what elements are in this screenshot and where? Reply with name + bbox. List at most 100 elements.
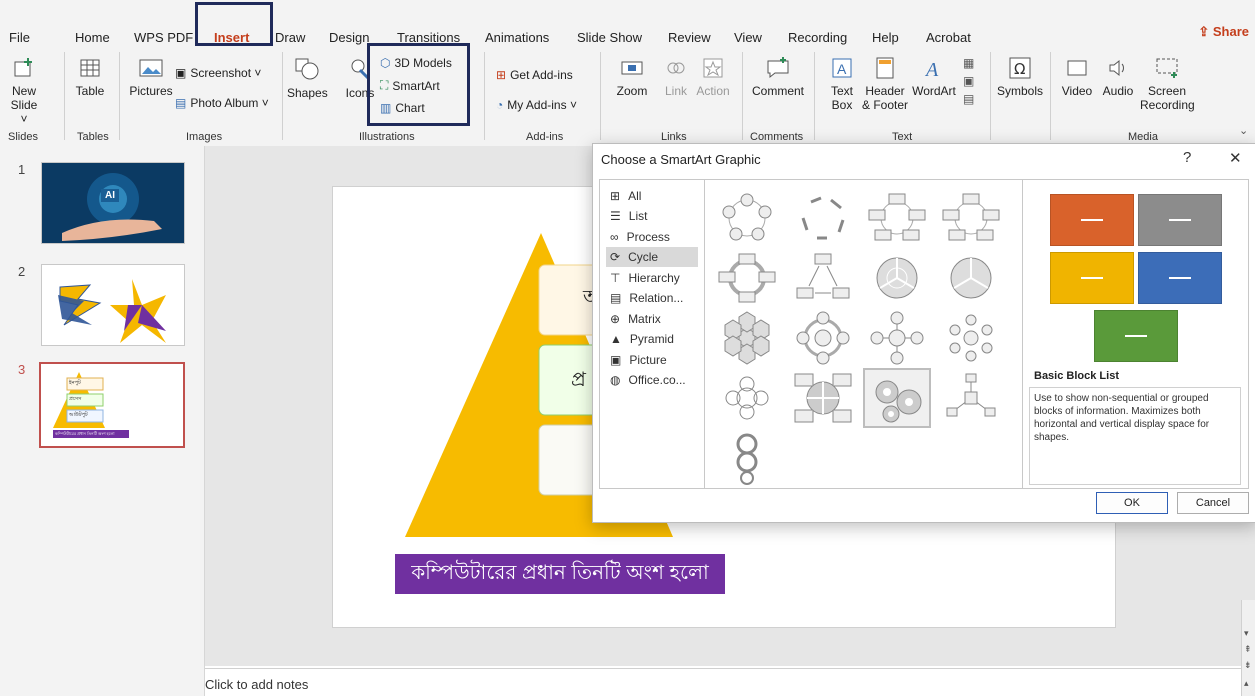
category-label: List — [628, 209, 648, 223]
layout-cycle-matrix[interactable] — [791, 370, 855, 426]
header-footer-button[interactable]: Header & Footer — [860, 56, 910, 112]
group-label-links: Links — [661, 131, 687, 143]
photo-album-icon: ▤ — [175, 96, 187, 110]
symbols-button[interactable]: Ω Symbols — [997, 56, 1043, 98]
layout-diverging-radial[interactable] — [939, 310, 1003, 366]
scroll-up-icon[interactable]: ▾ — [1244, 628, 1249, 639]
prev-slide-icon[interactable]: ⇞ — [1244, 644, 1252, 655]
ribbon-separator — [64, 52, 65, 140]
layout-radial-cluster[interactable] — [939, 370, 1003, 426]
audio-button[interactable]: Audio — [1100, 56, 1136, 98]
menu-recording[interactable]: Recording — [788, 30, 847, 45]
layout-block-cycle-icon — [868, 193, 926, 241]
menu-wps-pdf[interactable]: WPS PDF — [134, 30, 193, 45]
layout-gear[interactable] — [863, 368, 931, 428]
svg-text:A: A — [924, 59, 939, 80]
wordart-icon: A — [924, 59, 939, 80]
thumb3-box3: আউটপুট — [69, 412, 88, 418]
collapse-ribbon-icon[interactable]: ⌄ — [1239, 124, 1248, 137]
layout-circle-arrow-process[interactable] — [715, 430, 779, 486]
layout-basic-pie[interactable] — [939, 250, 1003, 306]
group-label-media: Media — [1128, 131, 1158, 143]
table-icon — [80, 59, 100, 77]
menu-design[interactable]: Design — [329, 30, 369, 45]
zoom-button[interactable]: Zoom — [614, 56, 650, 98]
category-office[interactable]: ◍ Office.co... — [606, 370, 698, 390]
layout-text-cycle[interactable] — [791, 190, 855, 246]
slide-thumbnail-2[interactable] — [41, 264, 185, 346]
photo-album-button[interactable]: ▤ Photo Album ˅ — [175, 96, 269, 110]
ribbon-separator — [119, 52, 120, 140]
text-box-button[interactable]: A Text Box — [826, 56, 858, 112]
layout-nondirectional-cycle[interactable] — [939, 190, 1003, 246]
ribbon-separator — [990, 52, 991, 140]
layout-radial-venn[interactable] — [715, 370, 779, 426]
action-button[interactable]: Action — [695, 56, 731, 98]
wordart-label: WordArt — [912, 84, 956, 98]
screenshot-button[interactable]: ▣ Screenshot ˅ — [175, 66, 261, 80]
slide-thumbnail-3[interactable]: ইনপুট প্রসেস আউটপুট কম্পিউটারের প্রধান ত… — [39, 362, 185, 448]
ok-button[interactable]: OK — [1096, 492, 1168, 514]
category-all[interactable]: ⊞ All — [606, 186, 698, 206]
insert-tab-highlight — [195, 2, 273, 46]
pictures-button[interactable]: Pictures — [128, 56, 174, 98]
table-label: Table — [75, 84, 105, 98]
wordart-button[interactable]: A WordArt — [911, 56, 957, 98]
category-cycle[interactable]: ⟳ Cycle — [606, 247, 698, 267]
layout-continuous-cycle[interactable] — [715, 250, 779, 306]
screen-recording-button[interactable]: Screen Recording — [1140, 56, 1195, 112]
header-footer-icon — [876, 57, 894, 79]
slide-caption[interactable]: কম্পিউটারের প্রধান তিনটি অংশ হলো — [395, 554, 725, 594]
category-hierarchy[interactable]: ⊤ Hierarchy — [606, 268, 698, 288]
share-icon: ⇪ — [1198, 24, 1213, 39]
layout-nondirectional-cycle-icon — [942, 193, 1000, 241]
category-pyramid[interactable]: ▲ Pyramid — [606, 329, 698, 349]
layout-block-cycle[interactable] — [865, 190, 929, 246]
video-button[interactable]: Video — [1060, 56, 1094, 98]
menu-draw[interactable]: Draw — [275, 30, 305, 45]
layout-segmented-cycle[interactable] — [865, 250, 929, 306]
notes-placeholder: Click to add notes — [205, 677, 309, 692]
menu-help[interactable]: Help — [872, 30, 899, 45]
menu-animations[interactable]: Animations — [485, 30, 549, 45]
category-relationship[interactable]: ▤ Relation... — [606, 288, 698, 308]
category-picture[interactable]: ▣ Picture — [606, 350, 698, 370]
layout-basic-cycle[interactable] — [715, 190, 779, 246]
new-slide-button[interactable]: New Slide ˅ — [6, 56, 42, 126]
shapes-button[interactable]: Shapes — [287, 56, 328, 100]
scroll-down-icon[interactable]: ▴ — [1244, 678, 1249, 689]
layout-radial-cycle[interactable] — [791, 310, 855, 366]
get-addins-button[interactable]: ⊞ Get Add-ins — [496, 68, 573, 82]
action-label: Action — [696, 84, 730, 98]
layout-basic-radial[interactable] — [865, 310, 929, 366]
menu-slide-show[interactable]: Slide Show — [577, 30, 642, 45]
my-addins-button[interactable]: ◔ My Add-ins ˅ — [496, 98, 577, 112]
svg-text:A: A — [837, 61, 847, 77]
text-extra-icons[interactable]: ▦ ▣ ▤ — [963, 54, 974, 108]
layout-basic-cycle-icon — [722, 193, 772, 241]
menu-acrobat[interactable]: Acrobat — [926, 30, 971, 45]
notes-pane[interactable]: Click to add notes — [205, 668, 1241, 697]
close-icon[interactable]: ✕ — [1229, 149, 1242, 167]
menu-home[interactable]: Home — [75, 30, 110, 45]
table-button[interactable]: Table — [75, 56, 105, 98]
help-button[interactable]: ? — [1183, 149, 1191, 166]
layout-multidirectional-cycle[interactable] — [791, 250, 855, 306]
share-button[interactable]: ⇪ Share — [1198, 24, 1249, 40]
category-list-item[interactable]: ☰ List — [606, 206, 698, 226]
vertical-scrollbar[interactable]: ▾ ⇞ ⇟ ▴ — [1241, 600, 1255, 696]
category-matrix[interactable]: ⊕ Matrix — [606, 309, 698, 329]
share-label: Share — [1212, 24, 1249, 39]
link-button[interactable]: Link — [661, 56, 691, 98]
menu-review[interactable]: Review — [668, 30, 711, 45]
cancel-button[interactable]: Cancel — [1177, 492, 1249, 514]
menu-file[interactable]: File — [9, 30, 30, 45]
dialog-title: Choose a SmartArt Graphic — [601, 152, 761, 167]
slide-thumbnail-1[interactable]: AI — [41, 162, 185, 244]
comment-button[interactable]: Comment — [749, 56, 807, 98]
preview-block — [1138, 194, 1222, 246]
layout-hexagon-radial[interactable] — [715, 310, 779, 366]
next-slide-icon[interactable]: ⇟ — [1244, 660, 1252, 671]
category-process[interactable]: ∞ Process — [606, 227, 698, 247]
menu-view[interactable]: View — [734, 30, 762, 45]
